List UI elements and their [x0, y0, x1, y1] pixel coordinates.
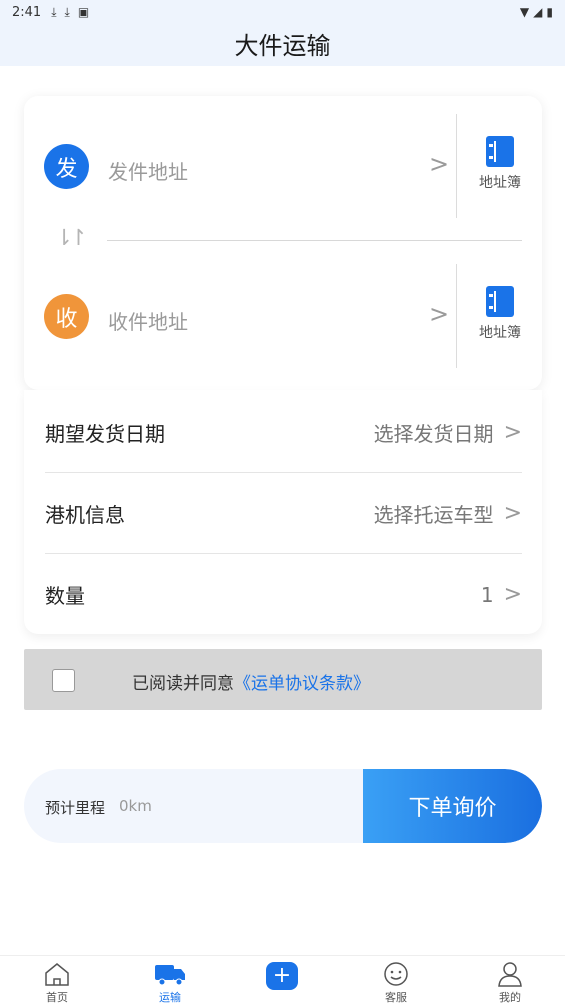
- address-book-icon: [486, 136, 514, 167]
- agreement-label: 已阅读并同意: [132, 674, 234, 694]
- receiver-address-book-button[interactable]: 地址簿: [464, 286, 536, 342]
- option-value: 1: [480, 582, 494, 607]
- swap-icon[interactable]: ⇂↾: [55, 226, 88, 251]
- option-label: 港机信息: [45, 502, 125, 527]
- title-bar: 大件运输: [0, 24, 565, 66]
- truck-icon: [130, 959, 210, 989]
- chevron-right-icon: >: [429, 300, 450, 328]
- order-bar: 预计里程 0km 下单询价: [24, 769, 542, 843]
- divider: [456, 114, 457, 218]
- status-time: 2:41: [12, 4, 42, 20]
- home-icon: [17, 959, 97, 989]
- agreement-link[interactable]: 《运单协议条款》: [234, 674, 370, 694]
- chevron-right-icon: >: [503, 500, 522, 526]
- wifi-icon: ▼: [519, 5, 530, 19]
- tab-label: 客服: [385, 991, 407, 1004]
- sender-address-input[interactable]: 发件地址: [108, 156, 188, 185]
- smile-icon: [356, 959, 436, 989]
- agreement-checkbox[interactable]: [52, 669, 75, 692]
- receiver-address-input[interactable]: 收件地址: [108, 306, 188, 335]
- tab-transport[interactable]: 运输: [130, 956, 210, 1004]
- download-icon: ⤓: [51, 4, 57, 19]
- tab-bar: 首页 运输 + 客服 我的: [0, 955, 565, 1004]
- tab-service[interactable]: 客服: [356, 956, 436, 1004]
- tab-label: 首页: [46, 991, 68, 1004]
- tab-home[interactable]: 首页: [17, 956, 97, 1004]
- option-label: 期望发货日期: [45, 421, 165, 446]
- option-label: 数量: [45, 584, 85, 608]
- chevron-right-icon: >: [503, 419, 522, 445]
- sender-address-row[interactable]: 发 发件地址 > 地址簿: [24, 114, 542, 218]
- plus-icon: +: [266, 962, 298, 990]
- download-icon: ⤓: [64, 4, 70, 19]
- vehicle-info-row[interactable]: 港机信息 选择托运车型 >: [45, 473, 522, 554]
- user-icon: [470, 959, 550, 989]
- chevron-right-icon: >: [429, 150, 450, 178]
- sender-address-book-button[interactable]: 地址簿: [464, 136, 536, 192]
- address-book-label: 地址簿: [479, 325, 521, 341]
- tab-label: 运输: [159, 991, 181, 1004]
- tab-profile[interactable]: 我的: [470, 956, 550, 1004]
- option-value: 选择发货日期: [373, 421, 494, 446]
- quantity-row[interactable]: 数量 1 >: [45, 554, 522, 635]
- tab-label: 我的: [499, 991, 521, 1004]
- receiver-badge: 收: [44, 294, 89, 339]
- divider: [107, 240, 522, 241]
- address-book-label: 地址簿: [479, 175, 521, 191]
- battery-icon: ▮: [546, 5, 553, 19]
- delivery-date-row[interactable]: 期望发货日期 选择发货日期 >: [45, 392, 522, 473]
- signal-icon: ◢: [533, 5, 543, 19]
- divider: [456, 264, 457, 368]
- chevron-right-icon: >: [503, 582, 522, 607]
- page-title: 大件运输: [234, 32, 331, 60]
- receiver-address-row[interactable]: 收 收件地址 > 地址簿: [24, 264, 542, 368]
- options-card: 期望发货日期 选择发货日期 > 港机信息 选择托运车型 > 数量 1 >: [24, 390, 542, 634]
- tab-add[interactable]: +: [242, 956, 322, 1004]
- submit-order-button[interactable]: 下单询价: [363, 769, 542, 843]
- estimate-label: 预计里程: [45, 799, 106, 817]
- notification-icon: ▣: [77, 5, 90, 19]
- address-card: 发 发件地址 > 地址簿 ⇂↾ 收 收件地址 > 地址簿: [24, 96, 542, 390]
- sender-badge: 发: [44, 144, 89, 189]
- estimate-value: 0km: [119, 797, 152, 815]
- option-value: 选择托运车型: [373, 502, 494, 527]
- address-book-icon: [486, 286, 514, 317]
- agreement-text: 已阅读并同意《运单协议条款》: [132, 669, 370, 694]
- status-bar: 2:41 ⤓ ⤓ ▣ ▼ ◢ ▮: [0, 0, 565, 24]
- agreement-bar: 已阅读并同意《运单协议条款》: [24, 649, 542, 710]
